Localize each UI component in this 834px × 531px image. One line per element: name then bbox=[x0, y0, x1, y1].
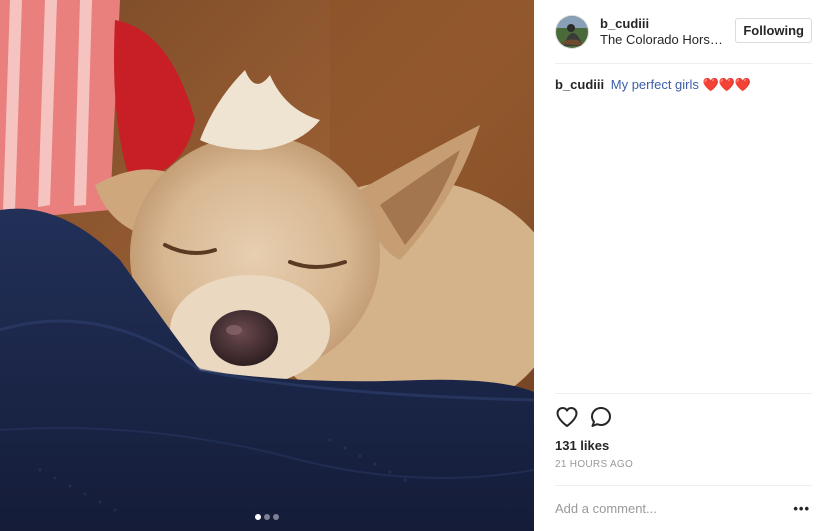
carousel-dot-3[interactable] bbox=[273, 514, 279, 520]
caption: b_cudiii My perfect girls ❤️❤️❤️ bbox=[555, 76, 812, 94]
post-header: b_cudiii The Colorado Horse Park Followi… bbox=[555, 0, 812, 64]
carousel-indicator bbox=[0, 514, 534, 520]
post-photo[interactable] bbox=[0, 0, 534, 531]
post-side-panel: b_cudiii The Colorado Horse Park Followi… bbox=[534, 0, 834, 531]
action-bar bbox=[555, 393, 812, 432]
header-text: b_cudiii The Colorado Horse Park bbox=[600, 16, 735, 48]
post-timestamp[interactable]: 21 HOURS AGO bbox=[555, 459, 812, 471]
carousel-dot-1[interactable] bbox=[255, 514, 261, 520]
heart-icon[interactable] bbox=[555, 405, 579, 429]
avatar[interactable] bbox=[555, 14, 589, 49]
comment-icon[interactable] bbox=[589, 405, 613, 429]
dog-photo-illustration bbox=[0, 0, 534, 531]
likes-count[interactable]: 131 likes bbox=[555, 438, 812, 454]
comments-section: b_cudiii My perfect girls ❤️❤️❤️ bbox=[555, 64, 812, 393]
header-username[interactable]: b_cudiii bbox=[600, 16, 735, 32]
comment-input[interactable] bbox=[555, 501, 775, 516]
caption-author[interactable]: b_cudiii bbox=[555, 77, 604, 92]
caption-text: My perfect girls bbox=[610, 77, 699, 92]
add-comment-bar: ••• bbox=[555, 485, 812, 531]
more-options-button[interactable]: ••• bbox=[793, 501, 810, 516]
instagram-post: b_cudiii The Colorado Horse Park Followi… bbox=[0, 0, 834, 531]
caption-emoji: ❤️❤️❤️ bbox=[702, 77, 752, 92]
header-location[interactable]: The Colorado Horse Park bbox=[600, 32, 724, 48]
carousel-dot-2[interactable] bbox=[264, 514, 270, 520]
avatar-image bbox=[556, 15, 588, 48]
following-button[interactable]: Following bbox=[735, 18, 812, 43]
